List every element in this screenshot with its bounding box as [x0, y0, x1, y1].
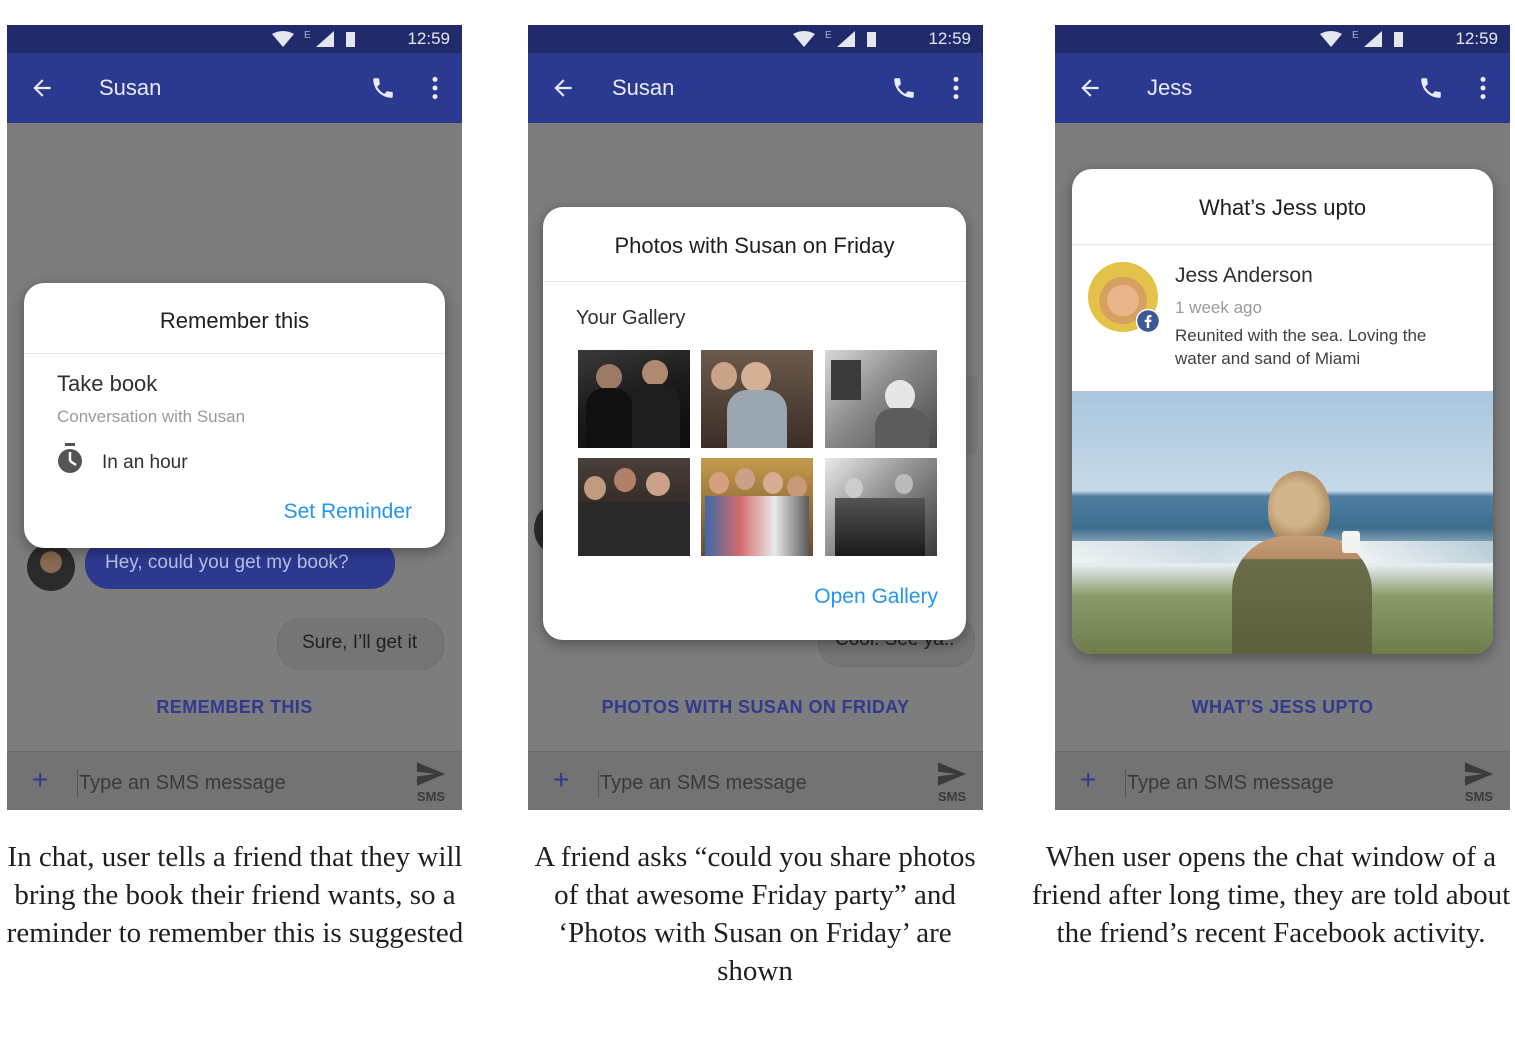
status-bar: E 12:59 — [1055, 25, 1510, 53]
composer: + Type an SMS message SMS — [7, 751, 462, 810]
outgoing-message: Sure, I’ll get it — [277, 618, 444, 670]
composer: + Type an SMS message SMS — [1055, 751, 1510, 810]
send-label: SMS — [1464, 789, 1494, 804]
status-icons: E — [272, 31, 355, 47]
send-button[interactable]: SMS — [935, 762, 969, 804]
post-time: 1 week ago — [1175, 298, 1262, 317]
composer: + Type an SMS message SMS — [528, 751, 983, 810]
status-bar: E 12:59 — [528, 25, 983, 53]
gallery-photo[interactable] — [578, 458, 690, 556]
facebook-icon — [1136, 309, 1160, 333]
send-button[interactable]: SMS — [1462, 762, 1496, 804]
avatar — [27, 543, 75, 591]
activity-card: What’s Jess upto Jess Anderson 1 week ag… — [1072, 169, 1493, 654]
signal-icon — [1364, 31, 1382, 47]
add-attachment-button[interactable]: + — [32, 766, 48, 794]
phone-screen-3: E 12:59 Jess What’s Jess upto Jess Ander… — [1055, 25, 1510, 810]
network-type: E — [1352, 31, 1359, 41]
suggestion-chip[interactable]: PHOTOS WITH SUSAN ON FRIDAY — [528, 697, 983, 718]
phone-screen-1: E 12:59 Susan Hey, could you get my book… — [7, 25, 462, 810]
phone-icon[interactable] — [891, 75, 917, 101]
contact-name: Susan — [99, 75, 162, 100]
composer-divider — [598, 770, 599, 798]
network-type: E — [825, 31, 832, 41]
more-vert-icon[interactable] — [428, 75, 442, 101]
card-title: Remember this — [24, 283, 445, 354]
app-bar: Jess — [1055, 53, 1510, 123]
wifi-icon — [1320, 31, 1342, 47]
status-time: 12:59 — [1455, 29, 1498, 48]
post-photo[interactable] — [1072, 391, 1493, 654]
message-input[interactable]: Type an SMS message — [79, 772, 286, 795]
app-bar: Susan — [528, 53, 983, 123]
timer-icon — [58, 443, 82, 473]
status-time: 12:59 — [407, 29, 450, 48]
photos-card: Photos with Susan on Friday Your Gallery — [543, 207, 966, 640]
back-arrow-icon[interactable] — [1077, 75, 1103, 101]
contact-name: Jess — [1147, 75, 1193, 100]
phone-icon[interactable] — [1418, 75, 1444, 101]
remember-card: Remember this Take book Conversation wit… — [24, 283, 445, 548]
phone-icon[interactable] — [370, 75, 396, 101]
person-head — [1268, 471, 1330, 545]
mug — [1342, 531, 1360, 553]
status-time: 12:59 — [928, 29, 971, 48]
send-icon — [417, 762, 445, 786]
more-vert-icon[interactable] — [949, 75, 963, 101]
caption-1: In chat, user tells a friend that they w… — [6, 841, 464, 949]
status-icons: E — [793, 31, 876, 47]
message-text: Sure, I’ll get it — [302, 632, 418, 653]
add-attachment-button[interactable]: + — [553, 766, 569, 794]
gallery-photo[interactable] — [578, 350, 690, 448]
add-attachment-button[interactable]: + — [1080, 766, 1096, 794]
composer-divider — [1125, 770, 1126, 798]
message-input[interactable]: Type an SMS message — [600, 772, 807, 795]
phone-screen-2: E 12:59 Susan Cool. See ya.. Photos with… — [528, 25, 983, 810]
status-bar: E 12:59 — [7, 25, 462, 53]
composer-divider — [77, 770, 78, 798]
reminder-item-subtitle: Conversation with Susan — [57, 407, 246, 426]
wifi-icon — [272, 31, 294, 47]
network-type: E — [304, 31, 311, 41]
signal-icon — [316, 31, 334, 47]
message-text: Hey, could you get my book? — [105, 552, 349, 573]
friend-name[interactable]: Jess Anderson — [1175, 264, 1313, 288]
caption-2: A friend asks “could you share photos of… — [534, 841, 976, 987]
card-title: Photos with Susan on Friday — [543, 207, 966, 282]
person-body — [1232, 536, 1372, 654]
caption-3: When user opens the chat window of a fri… — [1031, 841, 1511, 949]
post-text: Reunited with the sea. Loving the water … — [1175, 326, 1427, 368]
send-label: SMS — [937, 789, 967, 804]
gallery-photo[interactable] — [825, 350, 937, 448]
battery-icon — [1394, 32, 1403, 47]
suggestion-chip[interactable]: WHAT’S JESS UPTO — [1055, 697, 1510, 718]
back-arrow-icon[interactable] — [550, 75, 576, 101]
send-button[interactable]: SMS — [414, 762, 448, 804]
signal-icon — [837, 31, 855, 47]
gallery-photo[interactable] — [701, 350, 813, 448]
reminder-time[interactable]: In an hour — [102, 452, 188, 474]
contact-name: Susan — [612, 75, 675, 100]
send-icon — [938, 762, 966, 786]
send-icon — [1465, 762, 1493, 786]
gallery-section-label: Your Gallery — [576, 307, 686, 329]
gallery-photo[interactable] — [701, 458, 813, 556]
more-vert-icon[interactable] — [1476, 75, 1490, 101]
gallery-photo[interactable] — [825, 458, 937, 556]
message-input[interactable]: Type an SMS message — [1127, 772, 1334, 795]
suggestion-chip[interactable]: REMEMBER THIS — [7, 697, 462, 718]
wifi-icon — [793, 31, 815, 47]
reminder-item-title: Take book — [57, 371, 158, 396]
open-gallery-button[interactable]: Open Gallery — [814, 585, 938, 609]
battery-icon — [346, 32, 355, 47]
send-label: SMS — [416, 789, 446, 804]
card-title: What’s Jess upto — [1072, 169, 1493, 245]
set-reminder-button[interactable]: Set Reminder — [284, 500, 412, 524]
app-bar: Susan — [7, 53, 462, 123]
status-icons: E — [1320, 31, 1403, 47]
back-arrow-icon[interactable] — [29, 75, 55, 101]
battery-icon — [867, 32, 876, 47]
